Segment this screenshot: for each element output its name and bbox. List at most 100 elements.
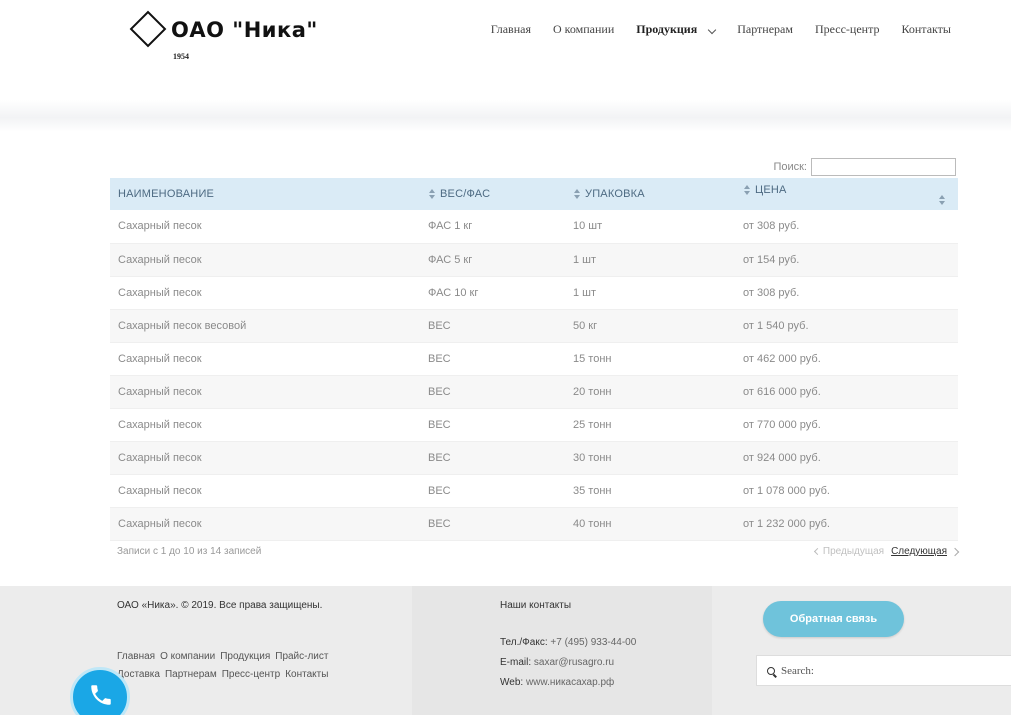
cell-price: от 154 руб. bbox=[735, 243, 958, 277]
diamond-logo-icon bbox=[129, 10, 167, 48]
search-label: Поиск: bbox=[773, 161, 807, 173]
cell-name: Сахарный песок bbox=[110, 210, 420, 244]
cell-package: 1 шт bbox=[565, 276, 735, 310]
sort-icon bbox=[938, 194, 946, 205]
cell-weight: ФАС 1 кг bbox=[420, 210, 565, 244]
column-header-label: ЦЕНА bbox=[755, 183, 787, 196]
cell-name: Сахарный песок bbox=[110, 441, 420, 475]
nav-item-products[interactable]: Продукция bbox=[636, 22, 717, 37]
next-page-link[interactable]: Следующая bbox=[891, 546, 947, 557]
column-header-name[interactable]: НАИМЕНОВАНИЕ bbox=[110, 178, 420, 210]
prev-page-link[interactable]: Предыдущая bbox=[823, 546, 884, 557]
cell-name: Сахарный песок bbox=[110, 474, 420, 508]
footer-link-products[interactable]: Продукция bbox=[220, 651, 270, 662]
search-icon bbox=[767, 666, 775, 675]
column-header-weight[interactable]: ВЕС/ФАС bbox=[420, 178, 565, 210]
sort-icon bbox=[428, 189, 436, 200]
cell-package: 40 тонн bbox=[565, 507, 735, 541]
cell-price: от 462 000 руб. bbox=[735, 342, 958, 376]
cell-name: Сахарный песок bbox=[110, 507, 420, 541]
table-row: Сахарный песок ВЕС 15 тонн от 462 000 руб. bbox=[110, 342, 958, 376]
cell-price: от 770 000 руб. bbox=[735, 408, 958, 442]
cell-package: 10 шт bbox=[565, 210, 735, 244]
cell-weight: ВЕС bbox=[420, 375, 565, 409]
column-header-label: УПАКОВКА bbox=[585, 188, 645, 200]
footer-links: Главная О компании Продукция Прайс-лист Дос… bbox=[117, 648, 333, 684]
chevron-left-icon bbox=[813, 547, 821, 556]
cell-price: от 1 078 000 руб. bbox=[735, 474, 958, 508]
table-info: Записи с 1 до 10 из 14 записей bbox=[117, 546, 262, 557]
cell-name: Сахарный песок bbox=[110, 243, 420, 277]
chevron-right-icon[interactable] bbox=[950, 547, 960, 556]
table-row: Сахарный песок ВЕС 25 тонн от 770 000 руб. bbox=[110, 408, 958, 442]
nav-item-about[interactable]: О компании bbox=[553, 22, 614, 37]
contacts-title: Наши контакты bbox=[500, 600, 572, 611]
cell-price: от 924 000 руб. bbox=[735, 441, 958, 475]
table-row: Сахарный песок ВЕС 20 тонн от 616 000 руб. bbox=[110, 375, 958, 409]
table-row: Сахарный песок весовой ВЕС 50 кг от 1 540 р… bbox=[110, 309, 958, 343]
column-header-package[interactable]: УПАКОВКА bbox=[565, 178, 735, 210]
nav-item-home[interactable]: Главная bbox=[491, 22, 531, 37]
footer-link-home[interactable]: Главная bbox=[117, 651, 155, 662]
table-row: Сахарный песок ФАС 10 кг 1 шт от 308 руб. bbox=[110, 276, 958, 310]
nav-item-contacts[interactable]: Контакты bbox=[901, 22, 951, 37]
cell-weight: ВЕС bbox=[420, 441, 565, 475]
cell-price: от 308 руб. bbox=[735, 210, 958, 244]
table-row: Сахарный песок ФАС 5 кг 1 шт от 154 руб. bbox=[110, 243, 958, 277]
logo-year: 1954 bbox=[173, 52, 189, 61]
cell-package: 15 тонн bbox=[565, 342, 735, 376]
cell-package: 1 шт bbox=[565, 243, 735, 277]
contact-email: E-mail: saxar@rusagro.ru bbox=[500, 657, 614, 668]
contact-phone: Тел./Факс: +7 (495) 933-44-00 bbox=[500, 637, 636, 648]
cell-name: Сахарный песок bbox=[110, 276, 420, 310]
contact-email-label: E-mail: bbox=[500, 657, 532, 668]
cell-name: Сахарный песок весовой bbox=[110, 309, 420, 343]
feedback-button[interactable]: Обратная связь bbox=[763, 601, 904, 637]
footer-link-about[interactable]: О компании bbox=[160, 651, 215, 662]
cell-weight: ВЕС bbox=[420, 507, 565, 541]
products-table: НАИМЕНОВАНИЕ ВЕС/ФАС УПАКОВКА ЦЕНА Сахар… bbox=[110, 178, 958, 541]
cell-price: от 308 руб. bbox=[735, 276, 958, 310]
contact-email-value[interactable]: saxar@rusagro.ru bbox=[534, 657, 614, 668]
contact-web-value[interactable]: www.никасахар.рф bbox=[526, 677, 614, 688]
column-header-label: НАИМЕНОВАНИЕ bbox=[118, 188, 215, 200]
cell-weight: ВЕС bbox=[420, 309, 565, 343]
column-header-label: ВЕС/ФАС bbox=[440, 188, 491, 200]
footer-links-row: Главная О компании Продукция Прайс-лист bbox=[117, 648, 333, 666]
table-row: Сахарный песок ФАС 1 кг 10 шт от 308 руб. bbox=[110, 210, 958, 244]
header: ОАО "Ника" 1954 Главная О компании Проду… bbox=[0, 0, 1011, 100]
search-input[interactable] bbox=[811, 158, 956, 176]
footer-link-press[interactable]: Пресс-центр bbox=[222, 669, 280, 680]
footer-search-placeholder: Search: bbox=[781, 664, 814, 677]
logo[interactable]: ОАО "Ника" 1954 bbox=[129, 10, 333, 70]
cell-price: от 616 000 руб. bbox=[735, 375, 958, 409]
contact-phone-label: Тел./Факс: bbox=[500, 637, 548, 648]
nav-item-products-label: Продукция bbox=[636, 22, 698, 36]
column-header-price[interactable]: ЦЕНА bbox=[735, 178, 958, 210]
contact-web-label: Web: bbox=[500, 677, 524, 688]
chevron-down-icon[interactable] bbox=[707, 25, 717, 35]
copyright: ОАО «Ника». © 2019. Все права защищены. bbox=[117, 600, 323, 611]
cell-weight: ВЕС bbox=[420, 342, 565, 376]
cell-package: 25 тонн bbox=[565, 408, 735, 442]
pagination: Предыдущая Следующая bbox=[813, 546, 960, 557]
footer-link-contacts[interactable]: Контакты bbox=[285, 669, 328, 680]
footer-link-pricelist[interactable]: Прайс-лист bbox=[275, 651, 328, 662]
cell-name: Сахарный песок bbox=[110, 408, 420, 442]
cell-package: 20 тонн bbox=[565, 375, 735, 409]
phone-icon bbox=[91, 685, 111, 705]
nav-item-press[interactable]: Пресс-центр bbox=[815, 22, 880, 37]
footer-search-input[interactable]: Search: bbox=[756, 655, 1011, 686]
banner-strip bbox=[0, 100, 1011, 132]
table-row: Сахарный песок ВЕС 35 тонн от 1 078 000 руб… bbox=[110, 474, 958, 508]
contact-phone-value[interactable]: +7 (495) 933-44-00 bbox=[550, 637, 636, 648]
nav-item-partners[interactable]: Партнерам bbox=[737, 22, 793, 37]
main-nav: Главная О компании Продукция Партнерам П… bbox=[469, 22, 951, 37]
table-row: Сахарный песок ВЕС 40 тонн от 1 232 000 руб… bbox=[110, 507, 958, 541]
cell-package: 50 кг bbox=[565, 309, 735, 343]
cell-name: Сахарный песок bbox=[110, 342, 420, 376]
footer-link-partners[interactable]: Партнерам bbox=[165, 669, 217, 680]
sort-icon bbox=[743, 184, 751, 195]
cell-name: Сахарный песок bbox=[110, 375, 420, 409]
table-header-row: НАИМЕНОВАНИЕ ВЕС/ФАС УПАКОВКА ЦЕНА bbox=[110, 178, 958, 210]
